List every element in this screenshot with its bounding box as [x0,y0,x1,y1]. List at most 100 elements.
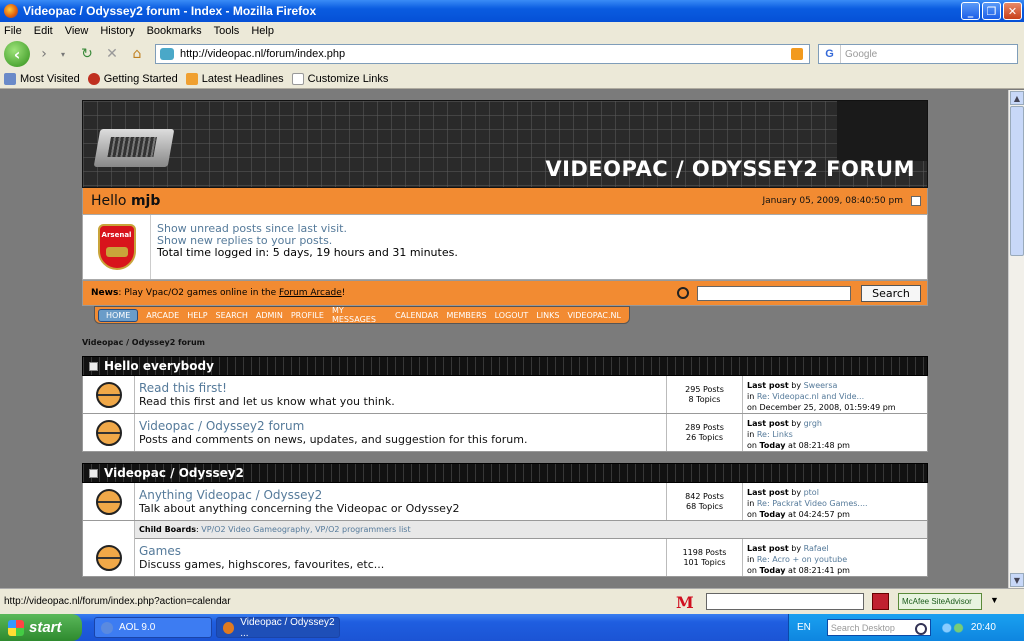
nav-profile[interactable]: PROFILE [291,311,324,320]
nav-videopac-nl[interactable]: VIDEOPAC.NL [567,311,621,320]
board-description: Posts and comments on news, updates, and… [139,433,528,446]
nav-home[interactable]: HOME [98,308,139,322]
last-post-author-link[interactable]: Rafael [804,544,829,553]
home-icon[interactable]: ⌂ [126,43,148,65]
forward-button[interactable]: › [33,43,55,65]
bookmarks-toolbar: Most Visited Getting Started Latest Head… [0,69,1024,89]
board-name-link[interactable]: Games [139,544,662,558]
reload-icon[interactable]: ↻ [76,43,98,65]
board-row: Games Discuss games, highscores, favourit… [82,539,928,577]
maximize-button[interactable]: ❐ [982,2,1001,20]
last-post-topic-link[interactable]: Re: Videopac.nl and Vide... [757,392,864,401]
forum-search-input[interactable] [697,286,851,301]
nav-logout[interactable]: LOGOUT [495,311,529,320]
category-header[interactable]: Videopac / Odyssey2 [82,463,928,483]
taskbar-firefox[interactable]: Videopac / Odyssey2 ... [216,617,340,639]
nav-my-messages[interactable]: MY MESSAGES [332,306,387,324]
board-name-link[interactable]: Read this first! [139,381,662,395]
history-dropdown-icon[interactable]: ▾ [58,43,68,65]
child-boards-links[interactable]: VP/O2 Video Gameography, VP/O2 programme… [201,525,410,534]
news-text: News: Play Vpac/O2 games online in the F… [91,288,346,298]
navigation-toolbar: ‹ › ▾ ↻ ✕ ⌂ http://videopac.nl/forum/ind… [0,39,1024,69]
user-panel: Arsenal Show unread posts since last vis… [82,214,928,280]
tray-icons[interactable] [938,620,965,635]
minimize-button[interactable]: _ [961,2,980,20]
category-header[interactable]: Hello everybody [82,356,928,376]
search-bar[interactable]: G Google [818,44,1018,64]
forum-arcade-link[interactable]: Forum Arcade [279,288,342,298]
board-name-link[interactable]: Anything Videopac / Odyssey2 [139,488,662,502]
bookmark-most-visited[interactable]: Most Visited [4,72,80,85]
mcafee-search-button[interactable] [872,593,889,610]
menu-bookmarks[interactable]: Bookmarks [147,25,202,37]
last-post-topic-link[interactable]: Re: Links [757,430,793,439]
menu-file[interactable]: File [4,25,22,37]
board-stats: 295 Posts 8 Topics [667,376,743,413]
nav-search[interactable]: SEARCH [216,311,248,320]
last-post-topic-link[interactable]: Re: Packrat Video Games.... [757,499,868,508]
mcafee-icon[interactable]: M [676,593,694,612]
rss-bookmark-icon [185,72,198,85]
bookmark-latest-headlines[interactable]: Latest Headlines [185,72,284,85]
firefox-bookmark-icon [87,72,100,85]
board-last-post: Last post by Sweersa in Re: Videopac.nl … [747,381,896,412]
scroll-down-icon[interactable]: ▼ [1010,573,1024,587]
system-tray: EN Search Desktop 20:40 [788,614,1024,641]
username: mjb [130,193,161,209]
start-button[interactable]: start [0,614,82,641]
search-button[interactable]: Search [861,285,921,302]
last-post-topic-link[interactable]: Re: Acro + on youtube [757,555,847,564]
scroll-up-icon[interactable]: ▲ [1010,91,1024,105]
mcafee-search-input[interactable] [706,593,864,610]
board-name-link[interactable]: Videopac / Odyssey2 forum [139,419,662,433]
menu-history[interactable]: History [100,25,134,37]
nav-admin[interactable]: ADMIN [256,311,283,320]
back-button[interactable]: ‹ [4,41,30,67]
bookmark-getting-started[interactable]: Getting Started [87,72,178,85]
board-last-post: Last post by ptol in Re: Packrat Video G… [747,488,868,519]
board-description: Read this first and let us know what you… [139,395,395,408]
menu-tools[interactable]: Tools [214,25,240,37]
close-button[interactable]: ✕ [1003,2,1022,20]
breadcrumb[interactable]: Videopac / Odyssey2 forum [82,338,205,347]
taskbar-aol[interactable]: AOL 9.0 [94,617,212,638]
last-post-author-link[interactable]: Sweersa [804,381,838,390]
menu-view[interactable]: View [65,25,89,37]
siteadvisor-badge[interactable]: McAfee SiteAdvisor [898,593,982,610]
siteadvisor-dropdown-icon[interactable]: ▼ [990,595,999,605]
window-title: Videopac / Odyssey2 forum - Index - Mozi… [23,4,317,18]
bookmark-customize-links[interactable]: Customize Links [291,72,388,85]
menu-help[interactable]: Help [251,25,274,37]
greeting: Hello mjb [91,193,161,209]
collapse-category-icon[interactable] [89,361,98,371]
last-post-author-link[interactable]: ptol [804,488,819,497]
scrollbar-thumb[interactable] [1010,106,1024,256]
collapse-category-icon[interactable] [89,468,98,478]
nav-help[interactable]: HELP [187,311,207,320]
google-search-engine-icon[interactable]: G [819,45,841,63]
language-indicator[interactable]: EN [797,622,811,633]
last-post-author-link[interactable]: grgh [804,419,822,428]
forum-logo: VIDEOPAC / ODYSSEY2 FORUM [545,157,915,181]
aol-icon [101,621,113,634]
board-description: Discuss games, highscores, favourites, e… [139,558,385,571]
nav-calendar[interactable]: CALENDAR [395,311,439,320]
news-bar: News: Play Vpac/O2 games online in the F… [82,280,928,306]
board-last-post: Last post by grgh in Re: Links on Today … [747,419,850,450]
vertical-scrollbar[interactable]: ▲ ▼ [1008,90,1024,588]
url-bar[interactable]: http://videopac.nl/forum/index.php [155,44,810,64]
menu-edit[interactable]: Edit [34,25,53,37]
category-videopac-odyssey2: Videopac / Odyssey2 Anything Videopac / … [82,463,928,577]
rss-feed-icon[interactable] [791,48,803,60]
board-stats: 289 Posts 26 Topics [667,414,743,451]
forum-page: VIDEOPAC / ODYSSEY2 FORUM Hello mjb Janu… [82,100,928,577]
nav-arcade[interactable]: ARCADE [146,311,179,320]
clock: 20:40 [970,622,996,633]
board-status-icon [95,381,122,408]
desktop-search-input[interactable]: Search Desktop [826,619,931,636]
windows-taskbar: start AOL 9.0 Videopac / Odyssey2 ... EN… [0,614,1024,641]
stop-icon[interactable]: ✕ [101,43,123,65]
nav-links[interactable]: LINKS [536,311,559,320]
nav-members[interactable]: MEMBERS [447,311,487,320]
collapse-icon[interactable] [911,196,921,206]
